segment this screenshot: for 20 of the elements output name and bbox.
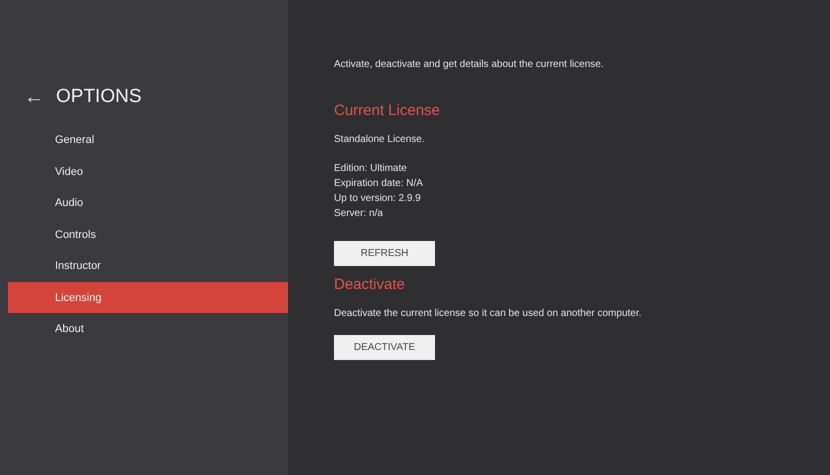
detail-text: Edition: Ultimate [334,162,408,176]
menu-item[interactable]: Video [8,156,288,187]
detail-text: Up to version: 2.9.9 [334,192,422,206]
menu-item[interactable]: Audio [8,187,288,218]
section-heading: Deactivate [334,276,406,294]
action-button[interactable]: DEACTIVATE [334,335,435,360]
sidebar-title: OPTIONS [56,84,142,109]
action-button[interactable]: REFRESH [334,241,435,266]
detail-text: Server: n/a [334,207,384,221]
menu-item[interactable]: About [8,313,288,344]
menu-item[interactable]: Instructor [8,250,288,282]
intro-text: Activate, deactivate and get details about the current license. [334,58,605,72]
menu-item[interactable]: General [8,124,288,156]
section-heading: Current License [334,102,441,120]
menu-item[interactable]: Controls [8,218,288,250]
description-text: Deactivate the current license so it can be used on another computer. [334,307,642,321]
detail-text: Expiration date: N/A [334,177,424,191]
back-button[interactable]: ← [20,82,48,112]
description-text: Standalone License. [334,133,426,147]
menu-item[interactable]: Licensing [8,282,288,313]
